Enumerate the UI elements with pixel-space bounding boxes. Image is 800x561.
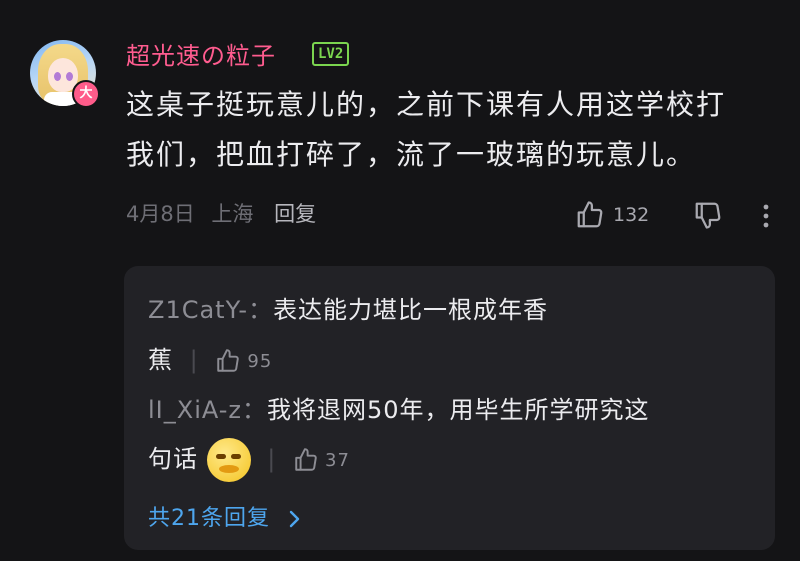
view-all-replies-link[interactable]: 共21条回复	[148, 500, 302, 532]
reply-user[interactable]: lI_XiA-z	[148, 396, 242, 424]
level-badge: LV2	[312, 42, 350, 66]
thumbs-up-icon	[295, 448, 317, 471]
username[interactable]: 超光速の粒子	[126, 36, 276, 71]
comment-line-2: 我们，把血打碎了，流了一玻璃的玩意儿。	[126, 138, 697, 171]
reply-separator: ：	[242, 396, 268, 424]
reply-item-continued: 句话 | 37	[148, 438, 350, 482]
reply-like-button[interactable]: 37	[293, 447, 350, 473]
reply-like-count: 37	[325, 449, 350, 471]
divider: |	[267, 445, 277, 473]
thumbs-down-icon	[695, 202, 721, 229]
reply-text: 我将退网50年，用毕生所学研究这	[267, 396, 650, 424]
comment-location: 上海	[211, 202, 254, 226]
reply-item[interactable]: Z1CatY-：表达能力堪比一根成年香	[148, 290, 548, 325]
comment-line-1: 这桌子挺玩意儿的，之前下课有人用这学校打	[126, 88, 727, 121]
comment-meta: 4月8日 上海 回复	[126, 198, 316, 228]
reply-item[interactable]: lI_XiA-z：我将退网50年，用毕生所学研究这	[148, 390, 650, 425]
reply-separator: ：	[248, 296, 274, 324]
replies-panel: Z1CatY-：表达能力堪比一根成年香 蕉 | 95 lI_XiA-z：我将退网…	[124, 266, 775, 550]
reply-text: 表达能力堪比一根成年香	[273, 296, 549, 324]
smug-face-emoji	[206, 438, 251, 482]
chevron-right-icon	[289, 510, 300, 528]
reply-button[interactable]: 回复	[274, 202, 316, 226]
reply-item-continued: 蕉 | 95	[148, 340, 272, 375]
divider: |	[189, 346, 199, 374]
reply-text-cont: 句话	[148, 445, 198, 473]
avatar-badge: 大	[72, 80, 100, 108]
like-count: 132	[613, 204, 650, 226]
comment-date: 4月8日	[126, 202, 195, 226]
like-button[interactable]: 132	[575, 200, 649, 230]
replies-total-label: 共21条回复	[148, 506, 270, 531]
more-options-button[interactable]	[760, 202, 772, 234]
thumbs-up-icon	[577, 201, 603, 228]
reply-user[interactable]: Z1CatY-	[148, 296, 248, 324]
dislike-button[interactable]	[693, 200, 723, 234]
reply-like-button[interactable]: 95	[215, 348, 272, 374]
thumbs-up-icon	[217, 349, 240, 372]
more-vertical-icon	[763, 204, 769, 228]
comment-text: 这桌子挺玩意儿的，之前下课有人用这学校打 我们，把血打碎了，流了一玻璃的玩意儿。	[126, 80, 776, 180]
reply-like-count: 95	[247, 350, 273, 372]
reply-text-cont: 蕉	[148, 346, 173, 374]
